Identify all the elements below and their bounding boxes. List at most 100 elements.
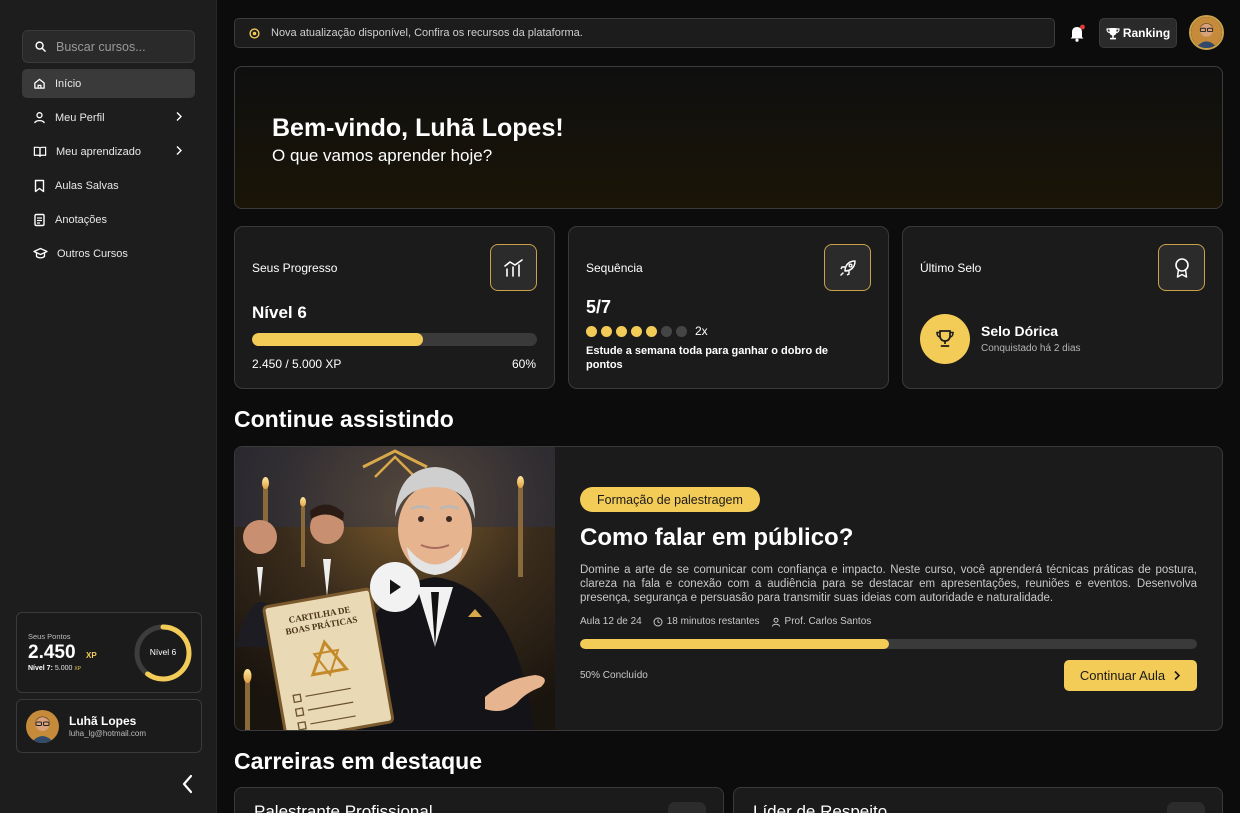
career-icon — [668, 802, 706, 813]
course-thumbnail[interactable]: CARTILHA DE BOAS PRÁTICAS — [235, 447, 555, 730]
sidebar: Início Meu Perfil Meu aprendizado Aulas … — [0, 0, 217, 813]
progress-percent: 60% — [511, 357, 536, 371]
continue-section-title: Continue assistindo — [234, 406, 454, 432]
streak-day-dot — [586, 325, 597, 337]
ranking-label: Ranking — [1122, 26, 1171, 40]
streak-description: Estude a semana toda para ganhar o dobro… — [586, 345, 829, 371]
sidebar-item-label: Anotações — [55, 213, 107, 226]
badge-subtitle: Conquistado há 2 dias — [981, 343, 1081, 354]
lesson-counter: Aula 12 de 24 — [580, 616, 642, 627]
streak-day-dot — [601, 325, 612, 337]
chevron-right-icon — [176, 146, 182, 155]
rocket-icon — [824, 244, 871, 291]
trophy-icon — [1106, 27, 1120, 39]
continue-lesson-button[interactable]: Continuar Aula — [1064, 660, 1197, 691]
points-label: Seus Pontos — [28, 632, 71, 641]
continue-watching-card: CARTILHA DE BOAS PRÁTICAS Formação de pa… — [234, 446, 1223, 731]
xp-text: 2.450 / 5.000 XP — [252, 357, 342, 371]
course-meta: Aula 12 de 24 18 minutos restantes Prof.… — [580, 616, 871, 627]
search-input[interactable] — [56, 39, 186, 54]
welcome-title: Bem-vindo, Luhã Lopes! — [272, 114, 564, 142]
sidebar-item-outros-cursos[interactable]: Outros Cursos — [22, 239, 195, 268]
ranking-button[interactable]: Ranking — [1099, 18, 1177, 48]
chevron-right-icon — [176, 112, 182, 121]
sidebar-nav: Início Meu Perfil Meu aprendizado Aulas … — [22, 69, 195, 273]
streak-card-title: Sequência — [586, 261, 643, 275]
streak-day-dot — [676, 325, 687, 337]
collapse-sidebar-icon[interactable] — [178, 772, 198, 796]
chevron-right-icon — [1174, 670, 1181, 681]
user-name: Luhã Lopes — [69, 714, 137, 728]
sidebar-item-label: Outros Cursos — [57, 247, 128, 260]
level-progress-fill — [252, 333, 423, 346]
course-description: Domine a arte de se comunicar com confia… — [580, 564, 1197, 604]
career-name: Líder de Respeito — [753, 802, 888, 813]
career-name: Palestrante Profissional — [254, 802, 433, 813]
badge-name: Selo Dórica — [981, 323, 1059, 339]
info-dot-icon — [249, 27, 260, 39]
sidebar-item-meu-perfil[interactable]: Meu Perfil — [22, 103, 195, 132]
clock-icon — [653, 617, 663, 626]
search-box[interactable] — [22, 30, 195, 63]
play-button[interactable] — [370, 562, 420, 612]
medal-icon — [1158, 244, 1205, 291]
notes-icon — [34, 213, 45, 226]
streak-day-dot — [631, 325, 642, 337]
continue-lesson-label: Continuar Aula — [1079, 668, 1166, 683]
user-card[interactable]: Luhã Lopes luha_lg@hotmail.com — [16, 699, 202, 753]
course-progress-fill — [580, 639, 889, 649]
progress-chart-icon — [490, 244, 537, 291]
sidebar-item-label: Início — [55, 77, 82, 90]
progress-card: Seus Progresso Nível 6 2.450 / 5.000 XP … — [234, 226, 555, 389]
home-icon — [34, 78, 45, 89]
career-card[interactable]: Palestrante Profissional — [234, 787, 724, 813]
course-title: Como falar em público? — [580, 524, 854, 551]
badge-trophy-icon — [920, 314, 970, 364]
play-icon — [390, 579, 401, 595]
sidebar-item-anotacoes[interactable]: Anotações — [22, 205, 195, 234]
points-card: Seus Pontos 2.450 XP Nível 7: 5.000 XP N… — [16, 612, 202, 693]
next-level-text: Nível 7: 5.000 XP — [28, 665, 82, 672]
course-progress-label: 50% Concluído — [580, 670, 648, 681]
points-unit: XP — [86, 651, 97, 660]
career-icon — [1167, 802, 1205, 813]
welcome-subtitle: O que vamos aprender hoje? — [272, 146, 493, 165]
search-icon — [35, 41, 46, 52]
badge-card-title: Último Selo — [920, 261, 982, 275]
career-card[interactable]: Líder de Respeito — [733, 787, 1223, 813]
streak-multiplier: 2x — [695, 324, 708, 338]
user-icon — [771, 617, 780, 627]
time-remaining: 18 minutos restantes — [653, 616, 760, 627]
course-progress-bar — [580, 639, 1197, 649]
sidebar-item-label: Meu aprendizado — [56, 145, 142, 158]
bookmark-icon — [34, 179, 45, 192]
sidebar-item-label: Aulas Salvas — [55, 179, 119, 192]
streak-dots: 2x — [586, 324, 708, 338]
book-icon — [33, 146, 47, 157]
streak-card: Sequência 5/7 2x Estude a semana toda pa… — [568, 226, 889, 389]
sidebar-item-inicio[interactable]: Início — [22, 69, 195, 98]
badge-card: Último Selo Selo Dórica Conquistado há 2… — [902, 226, 1223, 389]
profile-avatar[interactable] — [1189, 15, 1224, 50]
welcome-banner: Bem-vindo, Luhã Lopes! O que vamos apren… — [234, 66, 1223, 209]
careers-section-title: Carreiras em destaque — [234, 748, 483, 774]
level-progress-bar — [252, 333, 537, 346]
current-level: Nível 6 — [252, 303, 307, 322]
user-email: luha_lg@hotmail.com — [69, 729, 147, 738]
teacher-name: Prof. Carlos Santos — [771, 616, 871, 627]
sidebar-item-label: Meu Perfil — [55, 111, 105, 124]
graduation-cap-icon — [33, 247, 48, 259]
progress-card-title: Seus Progresso — [252, 261, 338, 275]
ring-level-label: Nível 6 — [149, 647, 177, 657]
notification-bell-icon[interactable] — [1066, 22, 1088, 44]
streak-day-dot — [661, 325, 672, 337]
points-value: 2.450 — [28, 642, 76, 663]
sidebar-item-meu-aprendizado[interactable]: Meu aprendizado — [22, 137, 195, 166]
update-notice[interactable]: Nova atualização disponível, Confira os … — [234, 18, 1055, 48]
streak-day-dot — [646, 325, 657, 337]
sidebar-item-aulas-salvas[interactable]: Aulas Salvas — [22, 171, 195, 200]
streak-value: 5/7 — [586, 297, 612, 317]
course-category-tag: Formação de palestragem — [580, 487, 760, 512]
notice-text: Nova atualização disponível, Confira os … — [271, 27, 583, 39]
user-icon — [34, 112, 45, 124]
